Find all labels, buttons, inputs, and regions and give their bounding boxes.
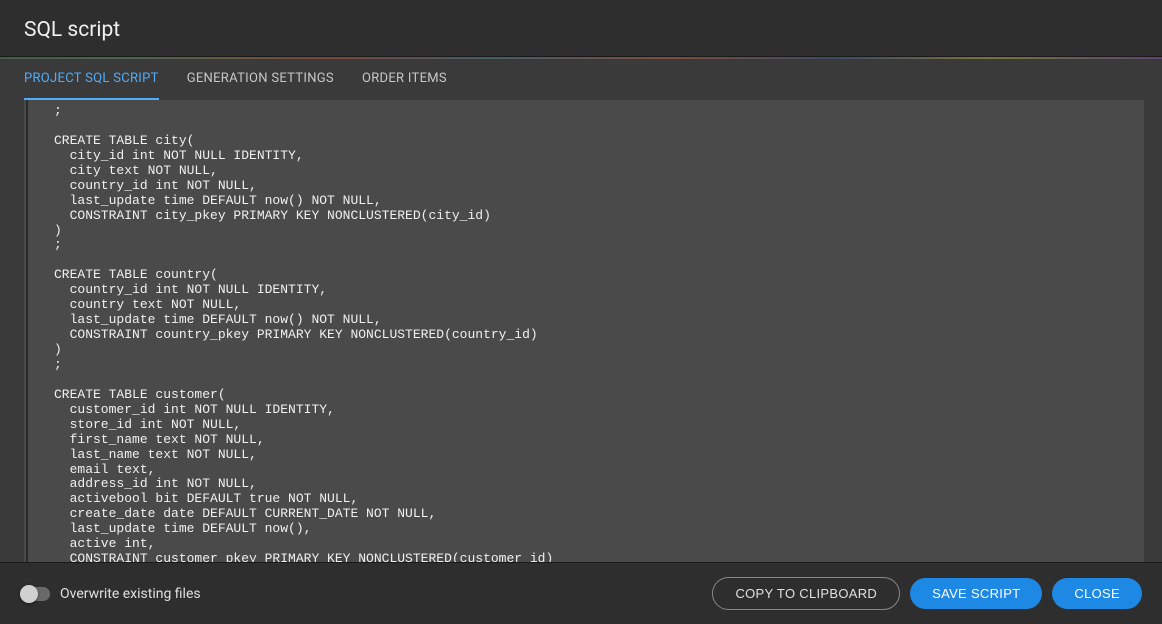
dialog-title: SQL script (24, 18, 1138, 42)
copy-to-clipboard-button[interactable]: COPY TO CLIPBOARD (712, 577, 900, 610)
dialog-header: SQL script (0, 0, 1162, 57)
sql-script-dialog: SQL script PROJECT SQL SCRIPT GENERATION… (0, 0, 1162, 624)
sql-code-editor[interactable]: ; CREATE TABLE city( city_id int NOT NUL… (24, 100, 1144, 562)
code-gutter (26, 100, 28, 562)
tab-project-sql-script[interactable]: PROJECT SQL SCRIPT (24, 59, 159, 100)
code-content[interactable]: ; CREATE TABLE city( city_id int NOT NUL… (24, 100, 1144, 562)
close-button[interactable]: CLOSE (1052, 578, 1142, 609)
accent-bar (0, 57, 1162, 59)
tab-generation-settings[interactable]: GENERATION SETTINGS (187, 59, 334, 100)
toggle-knob (20, 585, 38, 603)
overwrite-label: Overwrite existing files (60, 586, 201, 602)
save-script-button[interactable]: SAVE SCRIPT (910, 578, 1042, 609)
tabs-bar: PROJECT SQL SCRIPT GENERATION SETTINGS O… (0, 59, 1162, 100)
toggle-track (20, 587, 50, 601)
overwrite-toggle[interactable]: Overwrite existing files (20, 586, 201, 602)
tab-order-items[interactable]: ORDER ITEMS (362, 59, 447, 100)
dialog-footer: Overwrite existing files COPY TO CLIPBOA… (0, 562, 1162, 624)
